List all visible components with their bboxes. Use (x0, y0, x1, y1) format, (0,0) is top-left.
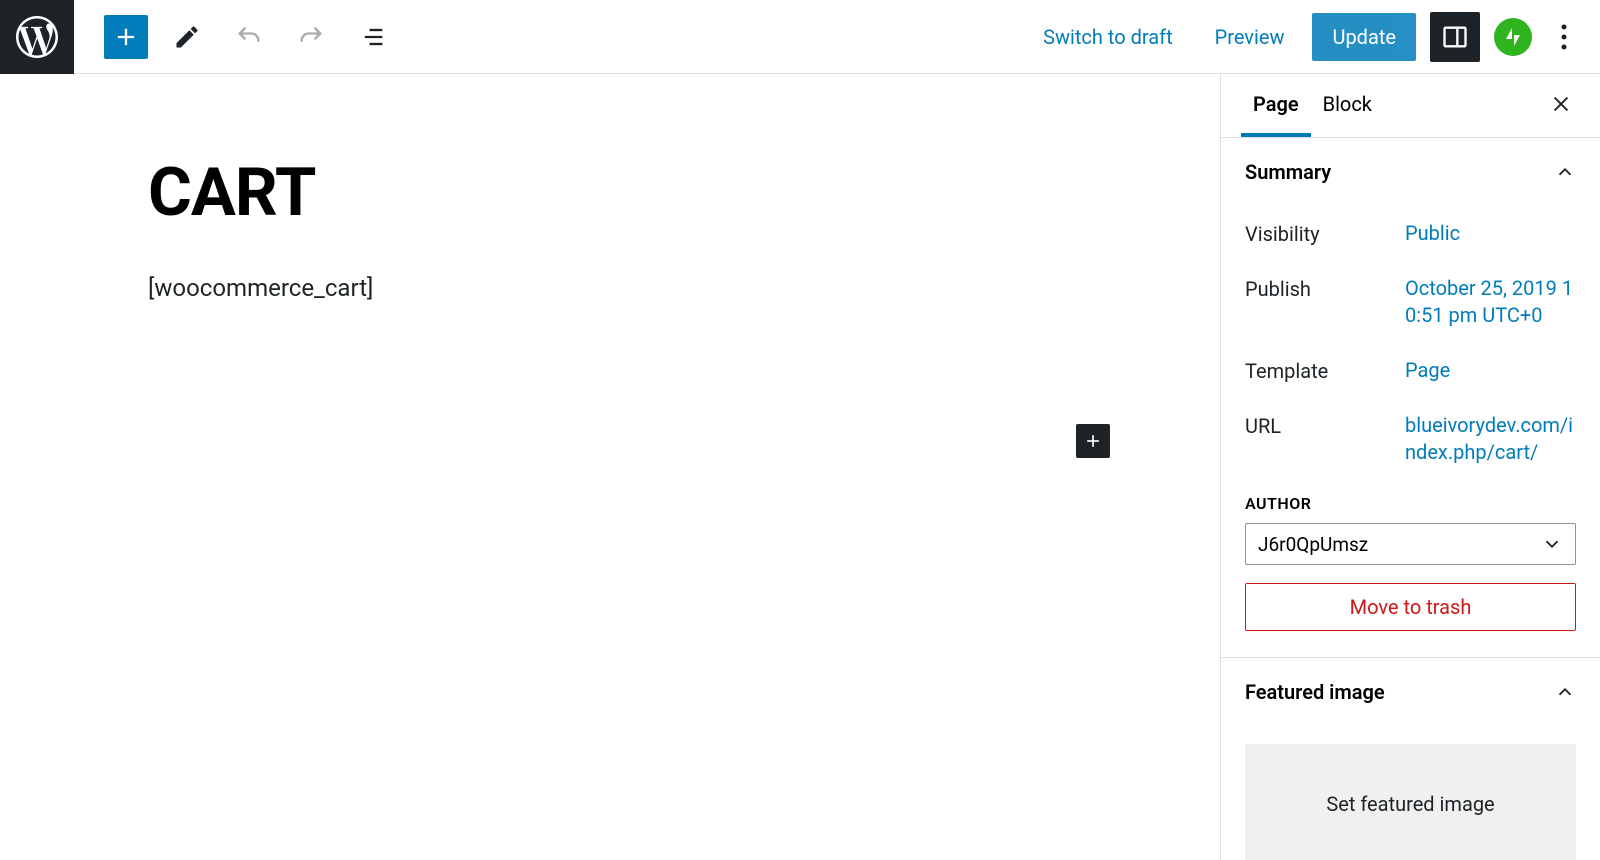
jetpack-icon (1501, 25, 1525, 49)
template-label: Template (1245, 357, 1405, 384)
set-featured-image-button[interactable]: Set featured image (1245, 744, 1576, 860)
undo-icon (235, 23, 263, 51)
page-title-input[interactable]: CART (148, 154, 1080, 232)
publish-value[interactable]: October 25, 2019 10:51 pm UTC+0 (1405, 275, 1576, 329)
preview-button[interactable]: Preview (1201, 15, 1299, 59)
url-label: URL (1245, 412, 1405, 466)
top-toolbar: Switch to draft Preview Update (0, 0, 1600, 74)
inline-add-block-button[interactable] (1076, 424, 1110, 458)
settings-sidebar-toggle[interactable] (1430, 12, 1480, 62)
url-value[interactable]: blueivorydev.com/index.php/cart/ (1405, 412, 1576, 466)
summary-body: Visibility Public Publish October 25, 20… (1221, 206, 1600, 657)
visibility-label: Visibility (1245, 220, 1405, 247)
author-selected-value: J6r0QpUmsz (1258, 533, 1368, 556)
template-value[interactable]: Page (1405, 357, 1576, 384)
chevron-up-icon (1554, 161, 1576, 183)
publish-label: Publish (1245, 275, 1405, 329)
author-select[interactable]: J6r0QpUmsz (1245, 523, 1576, 565)
chevron-down-icon (1541, 533, 1563, 555)
update-button[interactable]: Update (1312, 13, 1416, 61)
plus-icon (112, 23, 140, 51)
redo-icon (297, 23, 325, 51)
featured-image-title: Featured image (1245, 680, 1385, 704)
toolbar-left-group (74, 14, 396, 60)
visibility-value[interactable]: Public (1405, 220, 1576, 247)
featured-image-toggle[interactable]: Featured image (1221, 658, 1600, 726)
close-icon (1550, 93, 1572, 115)
summary-panel-toggle[interactable]: Summary (1221, 138, 1600, 206)
main-area: CART [woocommerce_cart] Page Block Summa… (0, 74, 1600, 860)
publish-row: Publish October 25, 2019 10:51 pm UTC+0 (1245, 261, 1576, 343)
editor-canvas[interactable]: CART [woocommerce_cart] (0, 74, 1220, 860)
tab-block[interactable]: Block (1311, 74, 1384, 137)
wordpress-logo-button[interactable] (0, 0, 74, 74)
sidebar-icon (1441, 23, 1469, 51)
visibility-row: Visibility Public (1245, 206, 1576, 261)
chevron-up-icon (1554, 681, 1576, 703)
settings-sidebar: Page Block Summary Visibility Public Pub… (1220, 74, 1600, 860)
edit-mode-button[interactable] (164, 14, 210, 60)
sidebar-tabs: Page Block (1221, 74, 1600, 138)
list-view-icon (359, 23, 387, 51)
author-label: AUTHOR (1245, 494, 1576, 513)
document-overview-button[interactable] (350, 14, 396, 60)
kebab-icon (1561, 24, 1567, 50)
switch-to-draft-button[interactable]: Switch to draft (1029, 15, 1187, 59)
plus-icon (1083, 431, 1103, 451)
move-to-trash-button[interactable]: Move to trash (1245, 583, 1576, 631)
jetpack-button[interactable] (1494, 18, 1532, 56)
wordpress-icon (16, 16, 58, 58)
summary-panel: Summary Visibility Public Publish Octobe… (1221, 138, 1600, 658)
options-menu-button[interactable] (1546, 13, 1582, 61)
url-row: URL blueivorydev.com/index.php/cart/ (1245, 398, 1576, 480)
close-sidebar-button[interactable] (1542, 85, 1580, 127)
featured-image-panel: Featured image Set featured image (1221, 658, 1600, 860)
add-block-button[interactable] (104, 15, 148, 59)
pencil-icon (173, 23, 201, 51)
undo-button[interactable] (226, 14, 272, 60)
tab-page[interactable]: Page (1241, 74, 1311, 137)
toolbar-right-group: Switch to draft Preview Update (1029, 12, 1600, 62)
summary-title: Summary (1245, 160, 1331, 184)
shortcode-block[interactable]: [woocommerce_cart] (148, 274, 1080, 302)
redo-button[interactable] (288, 14, 334, 60)
template-row: Template Page (1245, 343, 1576, 398)
